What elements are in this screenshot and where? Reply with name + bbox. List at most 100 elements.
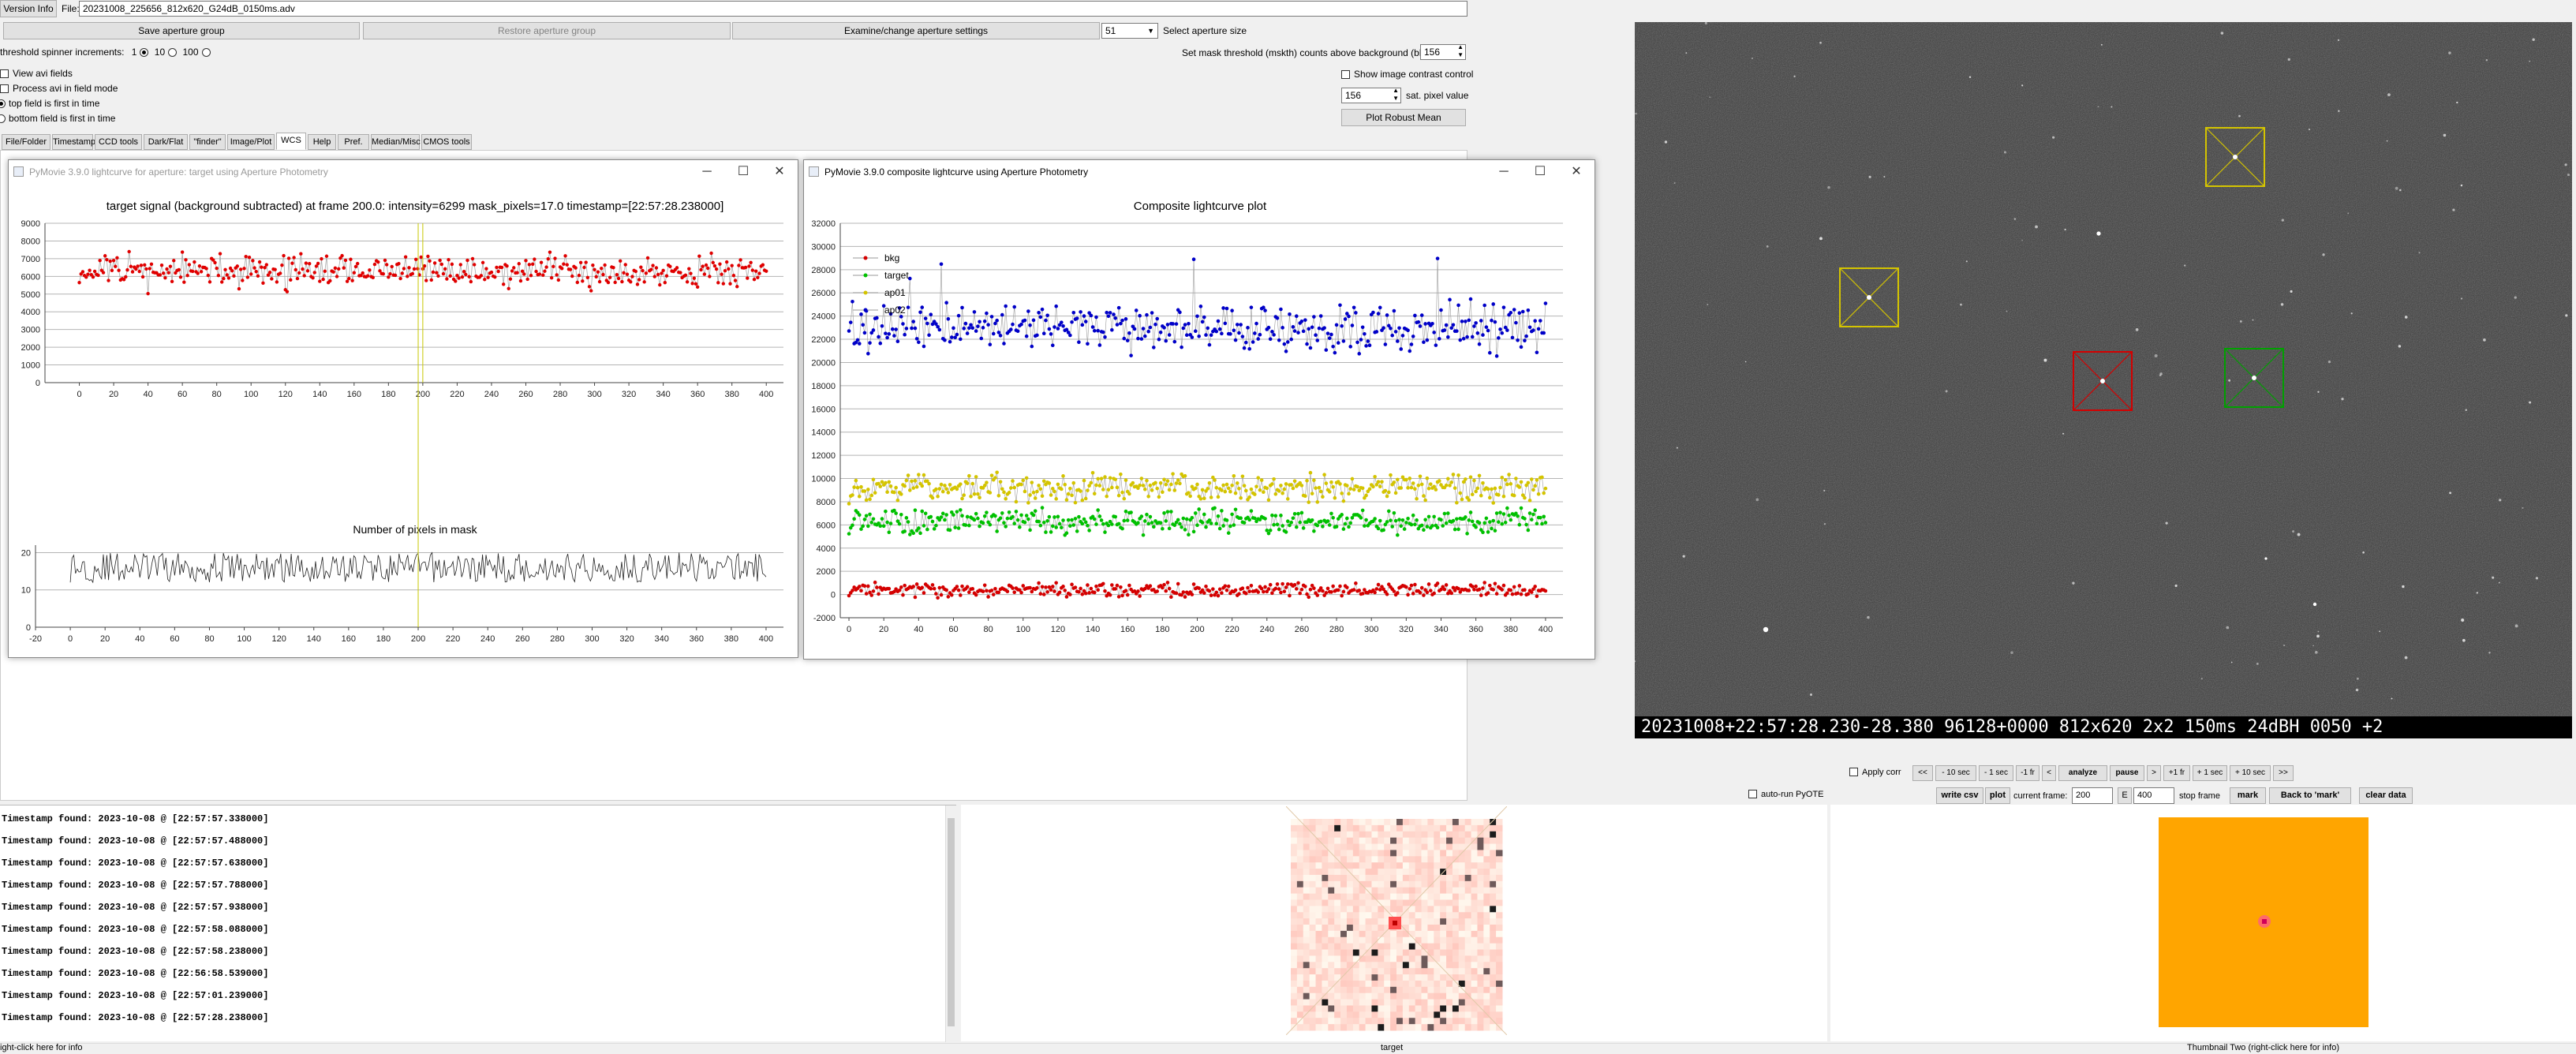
data-point-ap01 bbox=[906, 473, 910, 477]
view-avi-checkbox[interactable] bbox=[0, 69, 9, 78]
nav-button-8[interactable]: +1 fr bbox=[2163, 765, 2190, 781]
view-avi-fields-option[interactable]: View avi fields bbox=[0, 68, 73, 79]
tab-wcs[interactable]: WCS bbox=[276, 133, 306, 150]
bottom-field-first-option[interactable]: bottom field is first in time bbox=[0, 113, 115, 124]
data-point-bkg bbox=[1505, 591, 1509, 596]
star-dot bbox=[2341, 398, 2344, 401]
thumb-pixel bbox=[1440, 1005, 1447, 1012]
nav-button-7[interactable]: > bbox=[2147, 765, 2161, 781]
plot-button[interactable]: plot bbox=[1985, 787, 2010, 804]
tab-medianmisc[interactable]: Median/Misc bbox=[371, 134, 421, 150]
thumb-pixel bbox=[1464, 912, 1472, 919]
back-to-mark-button[interactable]: Back to 'mark' bbox=[2269, 787, 2351, 804]
data-point-ap01 bbox=[1094, 483, 1098, 488]
data-point bbox=[600, 266, 604, 271]
star-field-image[interactable]: 20231008+22:57:28.230-28.380 96128+0000 … bbox=[1635, 22, 2572, 738]
process-avi-option[interactable]: Process avi in field mode bbox=[0, 83, 118, 94]
tab-cmostools[interactable]: CMOS tools bbox=[421, 134, 472, 150]
tab-finder[interactable]: "finder" bbox=[189, 134, 226, 150]
maximize-icon[interactable]: ☐ bbox=[725, 160, 761, 184]
thumbnail-one-image[interactable] bbox=[1286, 806, 1507, 1035]
examine-aperture-settings-button[interactable]: Examine/change aperture settings bbox=[732, 22, 1100, 39]
thumb-pixel bbox=[1440, 906, 1447, 913]
thumb-pixel bbox=[1483, 906, 1490, 913]
nav-button-0[interactable]: << bbox=[1912, 765, 1933, 781]
increment-10-radio[interactable] bbox=[168, 48, 178, 57]
log-panel[interactable]: Timestamp found: 2023-10-08 @ [22:57:57.… bbox=[0, 805, 956, 1042]
increment-1-radio[interactable] bbox=[140, 48, 149, 57]
tab-darkflat[interactable]: Dark/Flat bbox=[144, 134, 188, 150]
legend-label-bkg: bkg bbox=[884, 252, 899, 264]
tab-filefolder[interactable]: File/Folder bbox=[2, 134, 50, 150]
increment-100-radio[interactable] bbox=[201, 48, 211, 57]
data-point bbox=[376, 260, 380, 264]
close-icon[interactable]: ✕ bbox=[761, 160, 798, 184]
target-signal-plot[interactable]: target signal (background subtracted) at… bbox=[9, 184, 798, 657]
write-csv-button[interactable]: write csv bbox=[1936, 787, 1983, 804]
thumb-pixel bbox=[1303, 893, 1310, 900]
star-dot bbox=[2238, 114, 2241, 118]
save-aperture-group-button[interactable]: Save aperture group bbox=[3, 22, 360, 39]
status-center[interactable]: target bbox=[1381, 1043, 1403, 1052]
star-dot bbox=[1883, 175, 1886, 178]
data-point-bkg bbox=[1428, 589, 1433, 592]
aperture-size-select[interactable]: 51 ▼ bbox=[1101, 23, 1158, 39]
tab-imageplot[interactable]: Image/Plot bbox=[227, 134, 275, 150]
nav-button-9[interactable]: + 1 sec bbox=[2193, 765, 2227, 781]
apply-corr-checkbox[interactable] bbox=[1849, 768, 1858, 776]
clear-data-button[interactable]: clear data bbox=[2359, 787, 2413, 804]
nav-button-10[interactable]: + 10 sec bbox=[2230, 765, 2271, 781]
data-point-ap02 bbox=[1343, 317, 1348, 321]
apply-corr-option[interactable]: Apply corr bbox=[1849, 768, 1901, 777]
data-point-ap01 bbox=[1237, 486, 1241, 491]
tab-ccdtools[interactable]: CCD tools bbox=[95, 134, 142, 150]
sat-pixel-spinner[interactable]: 156 ▲ ▼ bbox=[1341, 88, 1401, 103]
thumb-pixel bbox=[1340, 949, 1348, 956]
plot-robust-mean-button[interactable]: Plot Robust Mean bbox=[1341, 109, 1466, 126]
stop-frame-field[interactable]: 400 bbox=[2133, 787, 2174, 804]
version-info-button[interactable]: Version Info bbox=[0, 0, 57, 17]
maximize-icon[interactable]: ☐ bbox=[1522, 160, 1558, 184]
data-point-ap01 bbox=[1468, 475, 1473, 480]
tab-pref[interactable]: Pref. bbox=[338, 134, 369, 150]
restore-aperture-group-button[interactable]: Restore aperture group bbox=[363, 22, 731, 39]
nav-button-11[interactable]: >> bbox=[2273, 765, 2294, 781]
mark-button[interactable]: mark bbox=[2230, 787, 2266, 804]
nav-button-5[interactable]: analyze bbox=[2058, 765, 2107, 781]
auto-run-checkbox[interactable] bbox=[1748, 790, 1757, 798]
top-field-radio[interactable] bbox=[0, 99, 6, 108]
bottom-field-radio[interactable] bbox=[0, 114, 6, 123]
process-avi-checkbox[interactable] bbox=[0, 84, 9, 93]
scrollbar-thumb[interactable] bbox=[948, 818, 955, 1026]
tab-help[interactable]: Help bbox=[308, 134, 336, 150]
close-icon[interactable]: ✕ bbox=[1558, 160, 1595, 184]
spinner-arrows-icon[interactable]: ▲ ▼ bbox=[1457, 45, 1464, 59]
nav-button-6[interactable]: pause bbox=[2110, 765, 2144, 781]
status-right[interactable]: Thumbnail Two (right-click here for info… bbox=[2187, 1043, 2339, 1052]
nav-button-2[interactable]: - 1 sec bbox=[1979, 765, 2013, 781]
tab-timestamp[interactable]: Timestamp bbox=[52, 134, 95, 150]
mask-threshold-spinner[interactable]: 156 ▲ ▼ bbox=[1420, 44, 1466, 60]
data-point bbox=[518, 278, 523, 283]
nav-button-3[interactable]: -1 fr bbox=[2016, 765, 2039, 781]
thumb-pixel bbox=[1427, 856, 1434, 863]
show-contrast-checkbox[interactable] bbox=[1341, 70, 1350, 79]
nav-button-1[interactable]: - 10 sec bbox=[1935, 765, 1976, 781]
thumbnail-two-image[interactable] bbox=[2159, 817, 2368, 1027]
top-field-first-option[interactable]: top field is first in time bbox=[0, 98, 99, 109]
show-contrast-option[interactable]: Show image contrast control bbox=[1341, 69, 1473, 80]
minimize-icon[interactable]: ─ bbox=[1486, 160, 1522, 184]
data-point-target bbox=[1301, 526, 1306, 530]
data-point-ap01 bbox=[1345, 484, 1349, 488]
nav-button-4[interactable]: < bbox=[2042, 765, 2056, 781]
composite-lightcurve-plot[interactable]: Composite lightcurve plot-20000200040006… bbox=[804, 184, 1595, 659]
e-button[interactable]: E bbox=[2118, 787, 2132, 804]
minimize-icon[interactable]: ─ bbox=[689, 160, 725, 184]
auto-run-pyote-option[interactable]: auto-run PyOTE bbox=[1748, 790, 1823, 799]
spinner-arrows-icon[interactable]: ▲ ▼ bbox=[1393, 88, 1399, 103]
status-left[interactable]: ight-click here for info bbox=[0, 1043, 83, 1052]
file-name-field[interactable]: 20231008_225656_812x620_G24dB_0150ms.adv bbox=[79, 1, 1467, 17]
log-scrollbar[interactable] bbox=[945, 805, 956, 1042]
thumb-pixel bbox=[1421, 843, 1428, 850]
current-frame-field[interactable]: 200 bbox=[2072, 787, 2113, 804]
